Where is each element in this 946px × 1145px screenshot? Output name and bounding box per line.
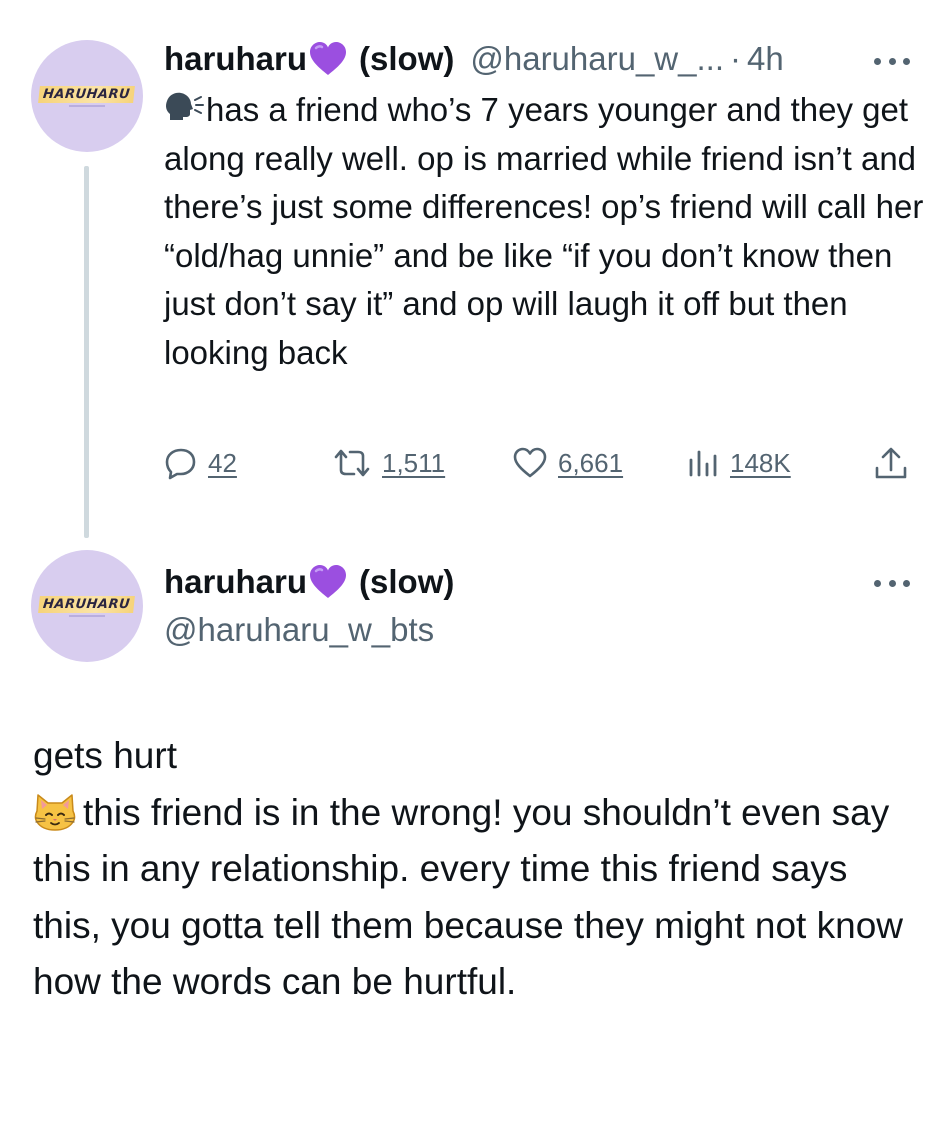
tweet-text: has a friend who’s 7 years younger and t…	[164, 86, 924, 377]
views-count: 148K	[730, 447, 791, 478]
name-suffix: (slow)	[359, 563, 455, 600]
tweet-body-text: this friend is in the wrong! you shouldn…	[33, 791, 903, 1003]
views-button[interactable]: 148K	[686, 446, 791, 480]
display-name[interactable]: haruharu	[164, 39, 307, 79]
more-icon[interactable]	[874, 578, 910, 588]
tweet-text-body: has a friend who’s 7 years younger and t…	[164, 91, 924, 371]
handle[interactable]: @haruharu_w_bts	[164, 610, 434, 650]
avatar[interactable]: HARUHARU	[31, 40, 143, 152]
tweet-header: haruharu (slow)	[164, 562, 454, 602]
more-icon[interactable]	[874, 56, 910, 66]
handle[interactable]: @haruharu_w_...	[470, 39, 724, 79]
avatar-logo-text: HARUHARU	[38, 595, 136, 613]
avatar-logo-underline	[69, 104, 105, 107]
retweet-count: 1,511	[382, 447, 446, 478]
cat-face-icon	[34, 793, 76, 831]
retweet-icon	[334, 449, 370, 477]
tweet-body-paragraph: this friend is in the wrong! you shouldn…	[33, 785, 923, 1011]
like-count: 6,661	[558, 447, 624, 478]
avatar-logo-underline	[69, 614, 105, 617]
speaking-head-icon	[166, 92, 204, 120]
tweet-actions: 42 1,511 6,661 148K	[164, 446, 914, 486]
share-icon	[875, 447, 907, 479]
tweet-header: haruharu (slow) @haruharu_w_... · 4h	[164, 39, 784, 79]
like-button[interactable]: 6,661	[512, 446, 623, 480]
reply-icon	[165, 448, 196, 480]
like-icon	[513, 447, 547, 478]
reply-count: 42	[208, 447, 237, 478]
purple-heart-icon	[310, 565, 347, 598]
tweet-body-first-line: gets hurt	[33, 735, 177, 776]
retweet-button[interactable]: 1,511	[332, 446, 445, 480]
reply-button[interactable]: 42	[164, 446, 237, 480]
separator-dot: ·	[730, 40, 741, 77]
views-icon	[689, 450, 717, 477]
timestamp[interactable]: 4h	[747, 39, 784, 79]
purple-heart-icon	[310, 42, 347, 75]
display-name[interactable]: haruharu	[164, 562, 307, 602]
share-button[interactable]	[874, 446, 908, 482]
tweet-body: gets hurt this friend is in the wrong! y…	[33, 728, 923, 1011]
name-suffix: (slow)	[359, 40, 455, 77]
thread-line	[84, 166, 89, 538]
avatar[interactable]: HARUHARU	[31, 550, 143, 662]
avatar-logo-text: HARUHARU	[38, 85, 136, 103]
